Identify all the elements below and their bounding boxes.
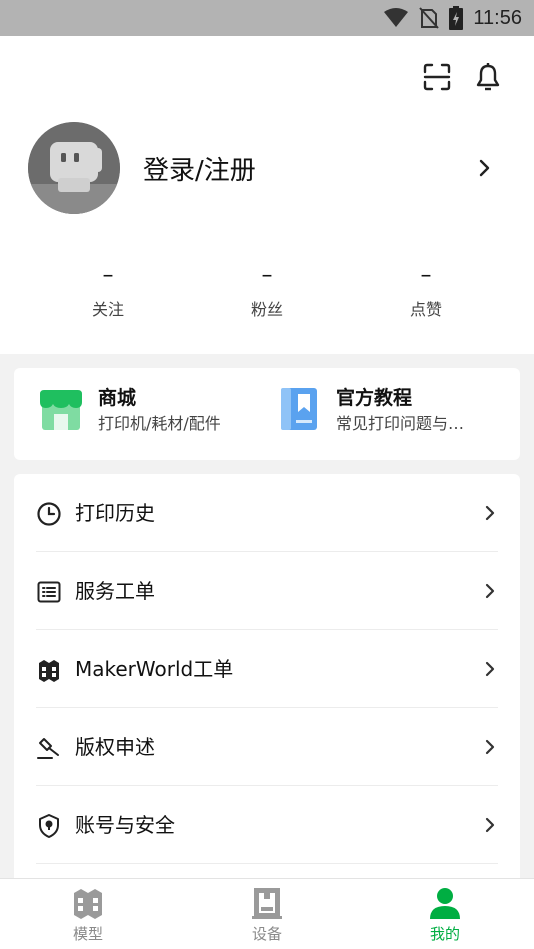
menu-item-print-history[interactable]: 打印历史 bbox=[14, 474, 520, 552]
person-icon bbox=[430, 888, 460, 919]
shortcut-subtitle: 打印机/耗材/配件 bbox=[98, 414, 221, 433]
menu-item-service-ticket[interactable]: 服务工单 bbox=[14, 552, 520, 630]
chevron-right-icon[interactable] bbox=[472, 154, 496, 182]
model-icon bbox=[74, 889, 102, 919]
tab-models[interactable]: 模型 bbox=[28, 885, 148, 944]
book-icon bbox=[281, 388, 317, 430]
menu-item-account-security[interactable]: 账号与安全 bbox=[14, 786, 520, 864]
notification-button[interactable] bbox=[471, 60, 505, 94]
makerworld-icon bbox=[39, 660, 59, 682]
no-sim-icon bbox=[419, 7, 440, 29]
scan-icon bbox=[423, 63, 451, 91]
menu-item-label: 账号与安全 bbox=[75, 813, 175, 837]
tab-devices[interactable]: 设备 bbox=[207, 885, 327, 944]
store-icon bbox=[40, 390, 82, 430]
profile-header: 登录/注册 – 关注 – 粉丝 – 点赞 bbox=[0, 36, 534, 354]
bottom-tab-bar: 模型 设备 我的 bbox=[0, 878, 534, 949]
avatar[interactable] bbox=[28, 122, 120, 214]
shortcut-card: 商城 打印机/耗材/配件 官方教程 常见打印问题与… bbox=[14, 368, 520, 460]
shortcut-store[interactable]: 商城 打印机/耗材/配件 bbox=[38, 384, 221, 436]
stat-value: – bbox=[420, 263, 432, 288]
chevron-right-icon bbox=[485, 583, 495, 599]
divider bbox=[36, 863, 498, 864]
menu-item-label: MakerWorld工单 bbox=[75, 657, 234, 681]
stat-fans[interactable]: – 粉丝 bbox=[207, 262, 327, 320]
robot-avatar-icon bbox=[28, 122, 120, 214]
device-icon bbox=[252, 888, 282, 919]
shortcut-subtitle: 常见打印问题与… bbox=[336, 414, 465, 433]
shortcut-tutorial[interactable]: 官方教程 常见打印问题与… bbox=[276, 384, 464, 436]
menu-item-label: 版权申述 bbox=[75, 735, 155, 759]
tab-label: 设备 bbox=[251, 925, 282, 943]
status-bar: 11:56 bbox=[0, 0, 534, 36]
wifi-icon bbox=[384, 8, 409, 27]
clock-icon bbox=[37, 502, 61, 526]
menu-item-copyright-appeal[interactable]: 版权申述 bbox=[14, 708, 520, 786]
stat-likes[interactable]: – 点赞 bbox=[366, 262, 486, 320]
shortcut-title: 官方教程 bbox=[336, 387, 413, 409]
list-icon bbox=[37, 581, 61, 603]
gavel-icon bbox=[37, 738, 59, 759]
chevron-right-icon bbox=[485, 505, 495, 521]
stat-label: 关注 bbox=[91, 300, 124, 319]
tab-me[interactable]: 我的 bbox=[385, 885, 505, 944]
chevron-right-icon bbox=[485, 661, 495, 677]
tab-label: 我的 bbox=[429, 925, 460, 943]
battery-icon bbox=[449, 6, 464, 30]
login-register-link[interactable]: 登录/注册 bbox=[143, 150, 256, 187]
stat-value: – bbox=[261, 263, 273, 288]
menu-item-label: 服务工单 bbox=[75, 579, 155, 603]
chevron-right-icon bbox=[485, 817, 495, 833]
chevron-right-icon bbox=[485, 739, 495, 755]
scan-button[interactable] bbox=[420, 60, 454, 94]
menu-item-makerworld-ticket[interactable]: MakerWorld工单 bbox=[14, 630, 520, 708]
menu-item-label: 打印历史 bbox=[75, 501, 155, 525]
menu-list: 打印历史 服务工单 MakerWorld工单 版权申述 账号与安全 bbox=[14, 474, 520, 894]
stat-value: – bbox=[102, 263, 114, 288]
tab-label: 模型 bbox=[72, 925, 103, 943]
stat-label: 粉丝 bbox=[250, 300, 283, 319]
status-time: 11:56 bbox=[473, 6, 522, 29]
shortcut-title: 商城 bbox=[98, 387, 137, 409]
shield-icon bbox=[39, 814, 59, 838]
bell-icon bbox=[476, 63, 500, 91]
stat-following[interactable]: – 关注 bbox=[48, 262, 168, 320]
stat-label: 点赞 bbox=[409, 300, 442, 319]
